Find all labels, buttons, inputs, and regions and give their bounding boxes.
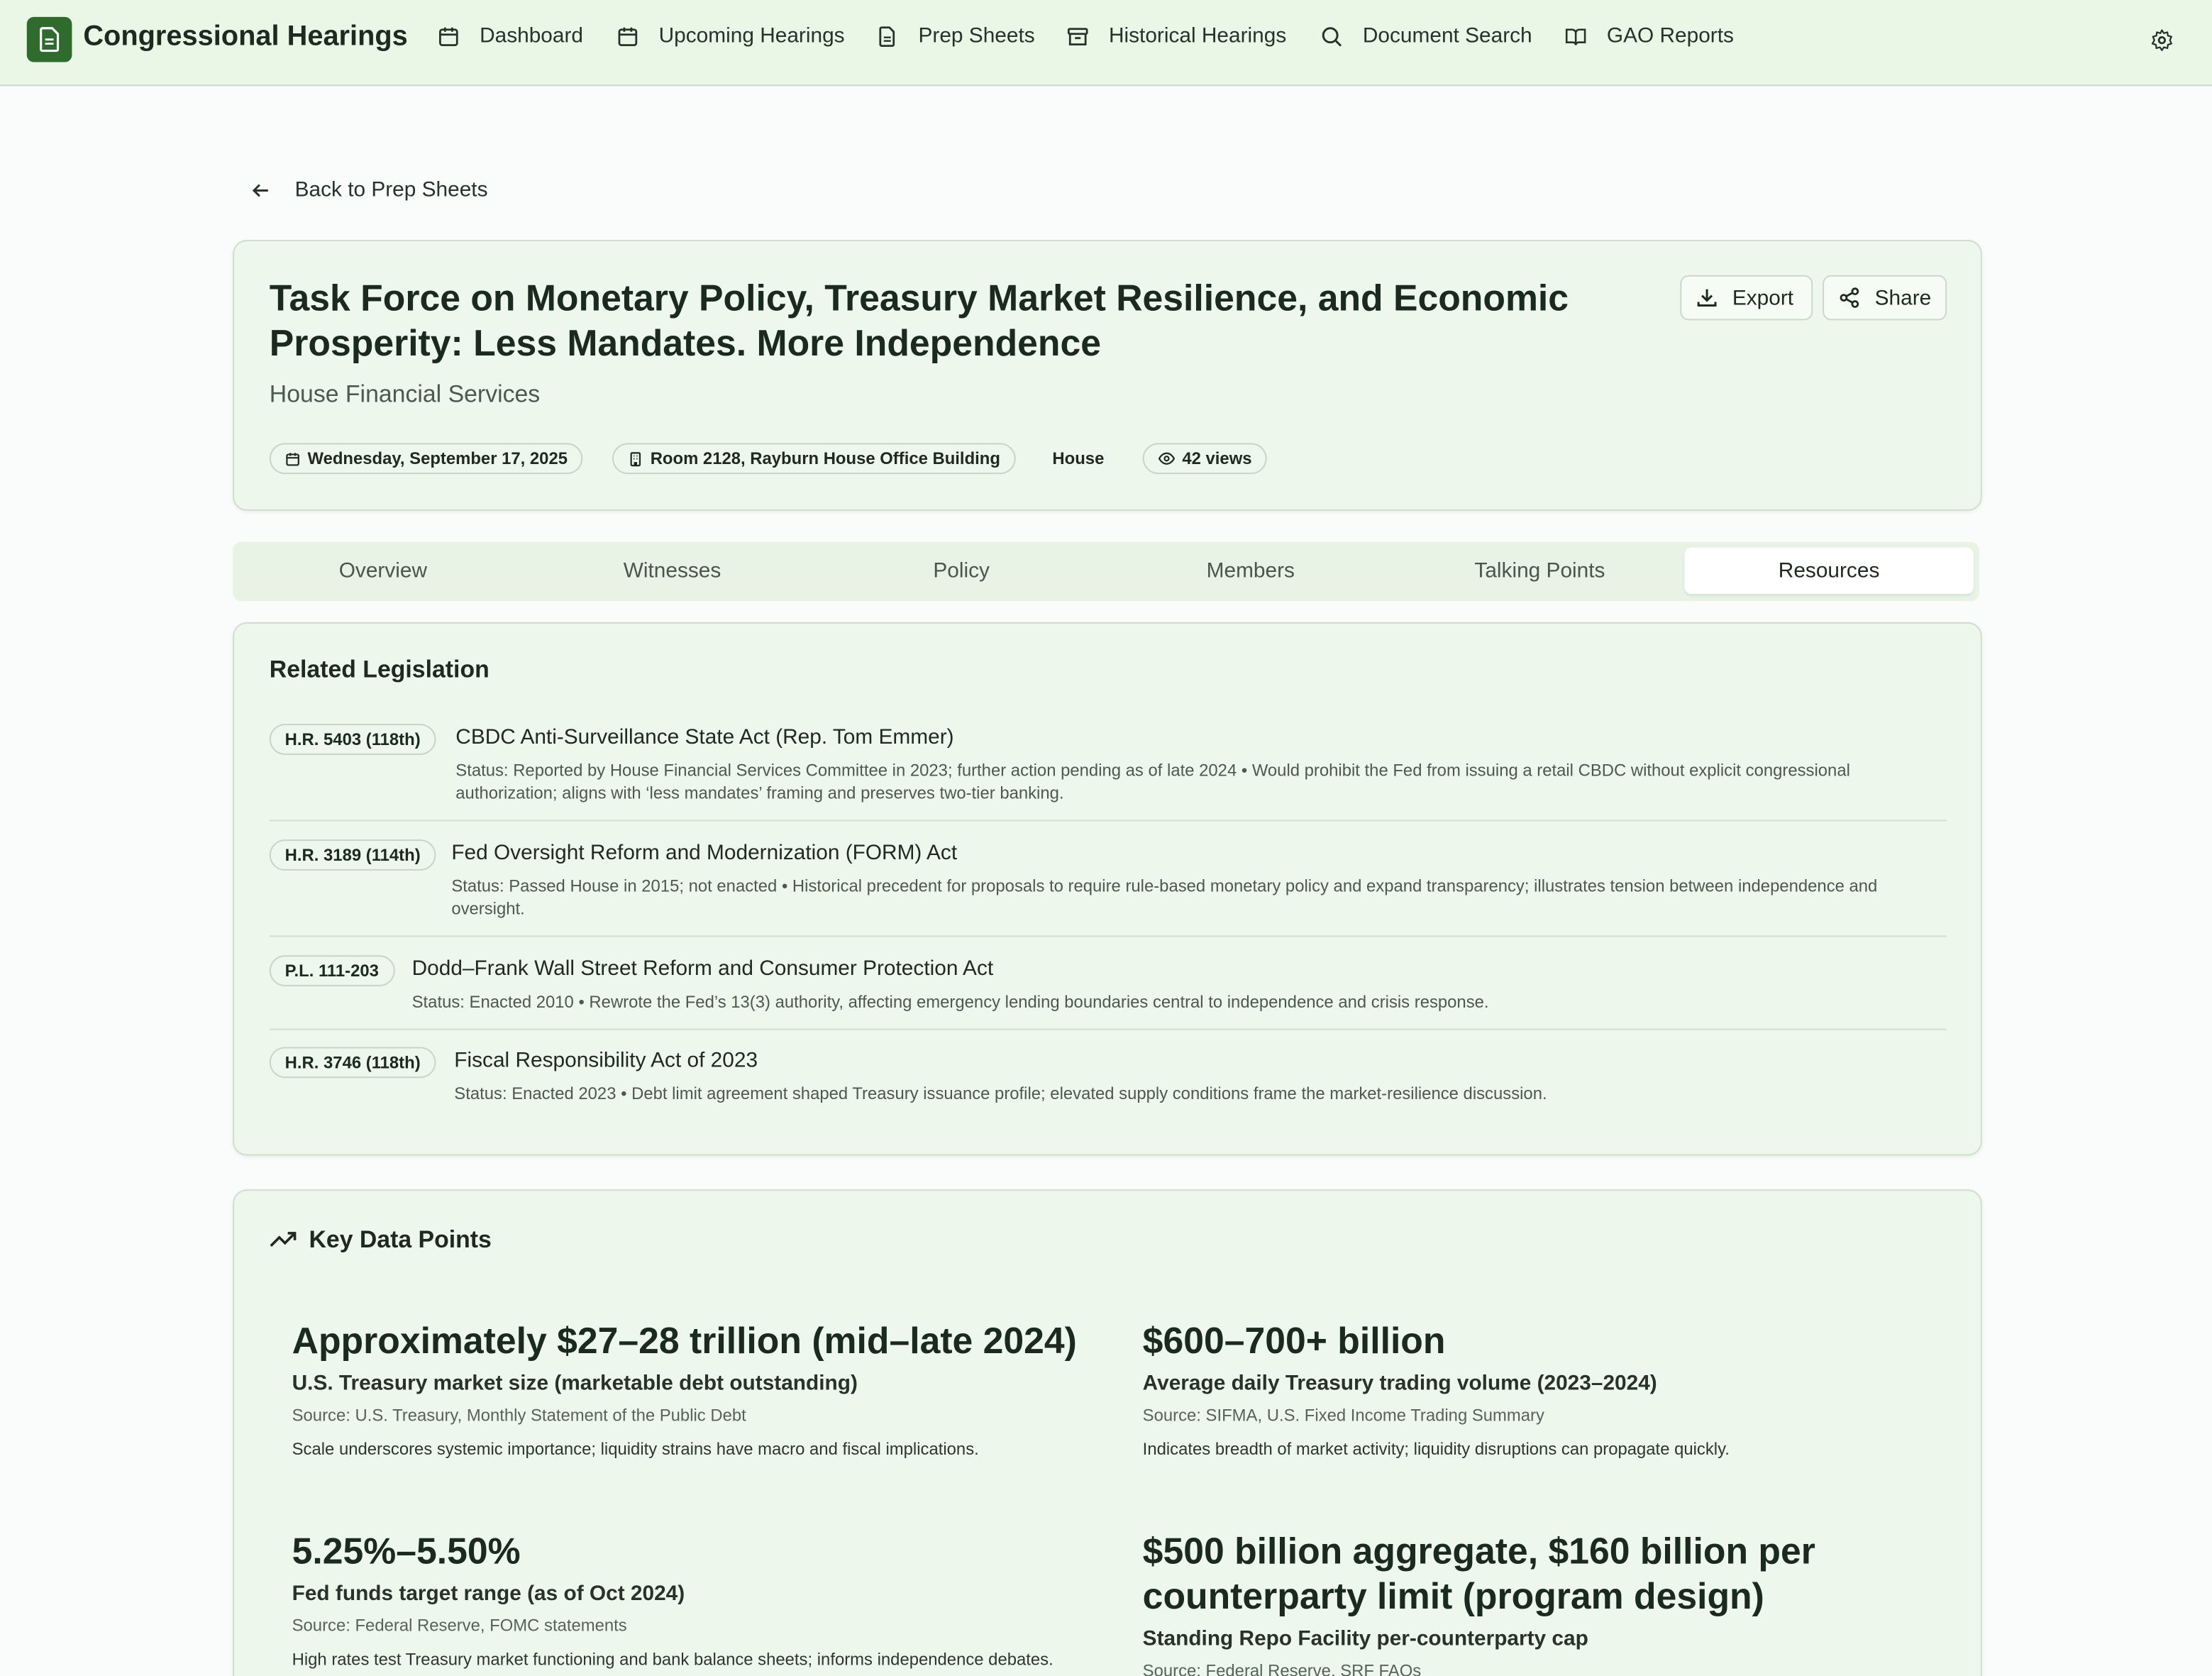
bill-status: Status: Enacted 2023 • Debt limit agreem… [454, 1084, 1547, 1104]
bill-status: Status: Passed House in 2015; not enacte… [451, 876, 1878, 919]
legislation-item[interactable]: H.R. 3189 (114th) Fed Oversight Reform a… [269, 839, 1947, 937]
bill-title: Fiscal Responsibility Act of 2023 [454, 1048, 758, 1073]
data-point-note: Scale underscores systemic importance; l… [292, 1439, 979, 1460]
tab-witnesses[interactable]: Witnesses [528, 548, 817, 595]
data-point-label: Average daily Treasury trading volume (2… [1142, 1371, 1657, 1396]
eye-icon [1158, 452, 1176, 465]
share-label: Share [1874, 285, 1932, 310]
calendar-icon [618, 26, 638, 46]
search-icon [1322, 26, 1342, 46]
share-button[interactable]: Share [1823, 275, 1947, 321]
top-navigation-bar: Congressional Hearings Dashboard Upcomin… [0, 0, 2212, 87]
building-icon [630, 451, 641, 466]
download-icon [1697, 289, 1717, 307]
bill-title: CBDC Anti-Surveillance State Act (Rep. T… [455, 725, 954, 749]
data-point-source: Source: U.S. Treasury, Monthly Statement… [292, 1405, 746, 1426]
arrow-left-icon [252, 183, 268, 197]
nav-label: Dashboard [480, 23, 584, 48]
chamber: House [1052, 448, 1105, 469]
data-point-note: Indicates breadth of market activity; li… [1142, 1439, 1730, 1460]
data-point: 5.25%–5.50% Fed funds target range (as o… [292, 1528, 1083, 1671]
hearing-tabs: Overview Witnesses Policy Members Talkin… [233, 541, 1979, 602]
hearing-date: Wednesday, September 17, 2025 [307, 448, 568, 469]
bill-title: Dodd–Frank Wall Street Reform and Consum… [411, 956, 994, 981]
nav-label: GAO Reports [1606, 23, 1734, 48]
key-data-points-heading: Key Data Points [309, 1226, 492, 1253]
bill-number-badge: H.R. 3746 (118th) [269, 1047, 436, 1079]
views-badge: 42 views [1142, 443, 1268, 475]
tab-talking-points[interactable]: Talking Points [1395, 548, 1685, 595]
tab-resources[interactable]: Resources [1684, 547, 1974, 595]
nav-item-historical-hearings[interactable]: Historical Hearings [1066, 24, 1286, 48]
data-point: Approximately $27–28 trillion (mid–late … [292, 1318, 1083, 1460]
data-point-source: Source: Federal Reserve, SRF FAQs [1142, 1660, 1422, 1676]
share-icon [1840, 287, 1859, 308]
document-icon [40, 27, 60, 53]
calendar-icon [286, 452, 299, 465]
gear-icon [2151, 29, 2172, 51]
data-point-value: $500 billion aggregate, $160 billion per… [1142, 1529, 1815, 1617]
nav-item-dashboard[interactable]: Dashboard [437, 24, 583, 48]
hearing-location: Room 2128, Rayburn House Office Building [650, 448, 1000, 469]
nav-label: Prep Sheets [918, 23, 1035, 48]
nav-item-document-search[interactable]: Document Search [1320, 24, 1532, 48]
export-label: Export [1732, 285, 1794, 310]
data-point-label: U.S. Treasury market size (marketable de… [292, 1371, 858, 1396]
data-point-label: Standing Repo Facility per-counterparty … [1142, 1626, 1588, 1651]
data-point-source: Source: SIFMA, U.S. Fixed Income Trading… [1142, 1405, 1544, 1426]
data-point-value: $600–700+ billion [1142, 1319, 1446, 1362]
committee-name: House Financial Services [269, 380, 541, 408]
bill-status: Status: Enacted 2010 • Rewrote the Fed’s… [411, 991, 1489, 1012]
tab-members[interactable]: Members [1106, 548, 1395, 595]
document-icon [879, 26, 895, 47]
nav-item-gao-reports[interactable]: GAO Reports [1564, 24, 1734, 48]
export-button[interactable]: Export [1680, 275, 1813, 321]
nav-item-upcoming-hearings[interactable]: Upcoming Hearings [616, 24, 845, 48]
bill-status: Status: Reported by House Financial Serv… [455, 760, 1850, 803]
data-point-source: Source: Federal Reserve, FOMC statements [292, 1615, 627, 1636]
data-point-label: Fed funds target range (as of Oct 2024) [292, 1582, 685, 1606]
hearing-title: Task Force on Monetary Policy, Treasury … [269, 276, 1569, 365]
back-to-prep-sheets-link[interactable]: Back to Prep Sheets [251, 178, 488, 202]
nav-item-prep-sheets[interactable]: Prep Sheets [876, 24, 1035, 48]
app-logo[interactable] [26, 16, 72, 62]
back-label: Back to Prep Sheets [294, 177, 488, 202]
nav-label: Upcoming Hearings [658, 23, 845, 48]
nav-label: Historical Hearings [1108, 23, 1287, 48]
data-point: $600–700+ billion Average daily Treasury… [1143, 1318, 1933, 1460]
legislation-item[interactable]: P.L. 111-203 Dodd–Frank Wall Street Refo… [269, 955, 1947, 1030]
legislation-item[interactable]: H.R. 3746 (118th) Fiscal Responsibility … [269, 1047, 1947, 1117]
trending-up-icon [270, 1232, 297, 1247]
bill-number-badge: H.R. 3189 (114th) [269, 839, 436, 871]
bill-number-badge: P.L. 111-203 [269, 955, 394, 986]
hearing-date-badge: Wednesday, September 17, 2025 [269, 443, 583, 475]
legislation-item[interactable]: H.R. 5403 (118th) CBDC Anti-Surveillance… [269, 724, 1947, 822]
tab-overview[interactable]: Overview [238, 548, 528, 595]
view-count: 42 views [1182, 448, 1252, 469]
key-data-points-card: Key Data Points Approximately $27–28 tri… [233, 1189, 1982, 1676]
nav-label: Document Search [1362, 23, 1532, 48]
hearing-location-badge: Room 2128, Rayburn House Office Building [612, 443, 1016, 475]
app-title: Congressional Hearings [83, 21, 408, 53]
chamber-badge: House [1039, 443, 1119, 474]
bill-number-badge: H.R. 5403 (118th) [269, 724, 436, 755]
settings-button[interactable] [2150, 28, 2174, 60]
data-point-value: 5.25%–5.50% [292, 1529, 521, 1572]
calendar-icon [439, 26, 458, 46]
data-point: $500 billion aggregate, $160 billion per… [1143, 1528, 1876, 1676]
related-legislation-heading: Related Legislation [269, 656, 490, 683]
data-point-value: Approximately $27–28 trillion (mid–late … [292, 1319, 1077, 1362]
bill-title: Fed Oversight Reform and Modernization (… [451, 841, 958, 865]
hearing-header-card: Task Force on Monetary Policy, Treasury … [233, 240, 1982, 511]
related-legislation-card: Related Legislation H.R. 5403 (118th) CB… [233, 622, 1982, 1156]
tab-policy[interactable]: Policy [817, 548, 1106, 595]
book-icon [1565, 28, 1586, 45]
data-point-note: High rates test Treasury market function… [292, 1649, 1054, 1670]
archive-icon [1067, 27, 1088, 45]
